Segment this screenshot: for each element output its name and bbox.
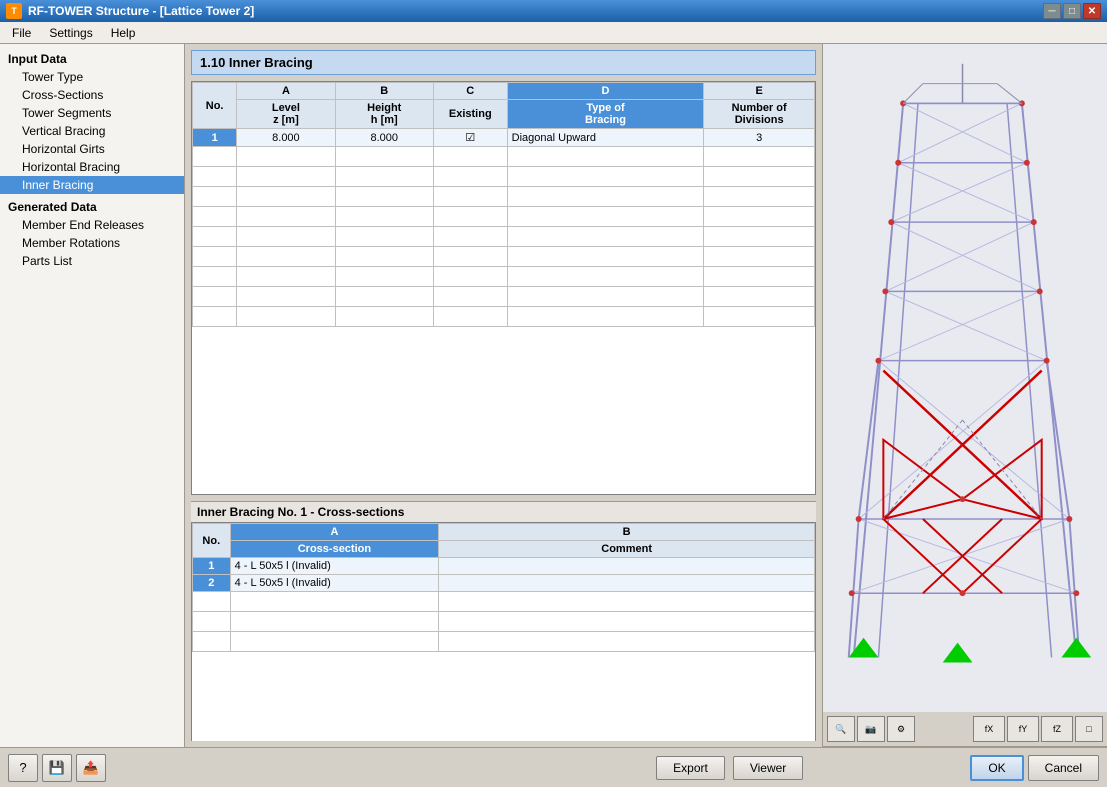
bottom-center-group: Export Viewer xyxy=(489,756,970,780)
empty-row xyxy=(193,287,815,307)
cell-a: 8.000 xyxy=(237,129,335,147)
sidebar-item-member-rotations[interactable]: Member Rotations xyxy=(0,234,184,252)
col-header-e: E xyxy=(704,83,815,100)
menu-help[interactable]: Help xyxy=(103,24,144,42)
cross-cell-a-1: 4 - L 50x5 l (Invalid) xyxy=(230,558,439,575)
col-header-d: D xyxy=(507,83,704,100)
cell-c: ☑ xyxy=(433,129,507,147)
col-subheader-c: Existing xyxy=(433,100,507,129)
bottom-left-group: ? 💾 📤 xyxy=(8,754,489,782)
cross-cell-b-2 xyxy=(439,575,815,592)
view-panel: 🔍 📷 ⚙ fX fY fZ □ xyxy=(822,44,1107,747)
cross-col-b-header: B xyxy=(439,524,815,541)
window-title: RF-TOWER Structure - [Lattice Tower 2] xyxy=(28,4,254,18)
sidebar-item-horizontal-bracing[interactable]: Horizontal Bracing xyxy=(0,158,184,176)
sidebar-item-inner-bracing[interactable]: Inner Bracing xyxy=(0,176,184,194)
save-icon-button[interactable]: 💾 xyxy=(42,754,72,782)
bottom-bar: ? 💾 📤 Export Viewer OK Cancel xyxy=(0,747,1107,787)
cell-b: 8.000 xyxy=(335,129,433,147)
export-icon-button[interactable]: 📤 xyxy=(76,754,106,782)
section-title: 1.10 Inner Bracing xyxy=(191,50,816,75)
cross-col-a-header: A xyxy=(230,524,439,541)
col-subheader-b: Heighth [m] xyxy=(335,100,433,129)
cross-table-row[interactable]: 2 4 - L 50x5 l (Invalid) xyxy=(193,575,815,592)
main-table-container: No. A B C D E Levelz [m] Heighth [m] Exi… xyxy=(191,81,816,495)
col-subheader-a: Levelz [m] xyxy=(237,100,335,129)
bottom-right-group: OK Cancel xyxy=(970,755,1099,781)
sidebar-item-horizontal-girts[interactable]: Horizontal Girts xyxy=(0,140,184,158)
title-bar: T RF-TOWER Structure - [Lattice Tower 2]… xyxy=(0,0,1107,22)
cell-no: 1 xyxy=(193,129,237,147)
view-y-axis-button[interactable]: fY xyxy=(1007,716,1039,742)
view-settings-button[interactable]: ⚙ xyxy=(887,716,915,742)
ok-button[interactable]: OK xyxy=(970,755,1023,781)
empty-row xyxy=(193,187,815,207)
empty-row xyxy=(193,632,815,652)
cross-cell-no-1: 1 xyxy=(193,558,231,575)
empty-row xyxy=(193,207,815,227)
cross-col-b-subheader: Comment xyxy=(439,541,815,558)
menu-file[interactable]: File xyxy=(4,24,39,42)
view-toolbar: 🔍 📷 ⚙ fX fY fZ □ xyxy=(823,712,1107,747)
cross-table-row[interactable]: 1 4 - L 50x5 l (Invalid) xyxy=(193,558,815,575)
col-subheader-d: Type ofBracing xyxy=(507,100,704,129)
cell-d: Diagonal Upward xyxy=(507,129,704,147)
sidebar-generated-label: Generated Data xyxy=(0,198,184,216)
col-header-c: C xyxy=(433,83,507,100)
menu-bar: File Settings Help xyxy=(0,22,1107,44)
sidebar-item-tower-type[interactable]: Tower Type xyxy=(0,68,184,86)
sidebar-item-vertical-bracing[interactable]: Vertical Bracing xyxy=(0,122,184,140)
empty-row xyxy=(193,227,815,247)
export-button[interactable]: Export xyxy=(656,756,725,780)
empty-row xyxy=(193,267,815,287)
viewer-button[interactable]: Viewer xyxy=(733,756,803,780)
lower-title: Inner Bracing No. 1 - Cross-sections xyxy=(191,501,816,522)
col-subheader-e: Number ofDivisions xyxy=(704,100,815,129)
maximize-button[interactable]: □ xyxy=(1063,3,1081,19)
view-z-axis-button[interactable]: fZ xyxy=(1041,716,1073,742)
menu-settings[interactable]: Settings xyxy=(41,24,100,42)
col-header-a: A xyxy=(237,83,335,100)
col-header-b: B xyxy=(335,83,433,100)
cross-col-no: No. xyxy=(193,524,231,558)
cell-e: 3 xyxy=(704,129,815,147)
cross-cell-no-2: 2 xyxy=(193,575,231,592)
sidebar-item-parts-list[interactable]: Parts List xyxy=(0,252,184,270)
sidebar-input-label: Input Data xyxy=(0,50,184,68)
empty-row xyxy=(193,592,815,612)
empty-row xyxy=(193,147,815,167)
view-zoom-button[interactable]: 🔍 xyxy=(827,716,855,742)
content-area: 1.10 Inner Bracing No. A B C D E xyxy=(185,44,822,747)
sidebar-item-cross-sections[interactable]: Cross-Sections xyxy=(0,86,184,104)
empty-row xyxy=(193,307,815,327)
view-camera-button[interactable]: 📷 xyxy=(857,716,885,742)
help-icon-button[interactable]: ? xyxy=(8,754,38,782)
sidebar: Input Data Tower Type Cross-Sections Tow… xyxy=(0,44,185,747)
empty-row xyxy=(193,612,815,632)
empty-row xyxy=(193,247,815,267)
sidebar-item-tower-segments[interactable]: Tower Segments xyxy=(0,104,184,122)
cross-cell-a-2: 4 - L 50x5 l (Invalid) xyxy=(230,575,439,592)
view-x-axis-button[interactable]: fX xyxy=(973,716,1005,742)
table-row[interactable]: 1 8.000 8.000 ☑ Diagonal Upward 3 xyxy=(193,129,815,147)
view-box-button[interactable]: □ xyxy=(1075,716,1103,742)
tower-svg xyxy=(823,44,1107,707)
cancel-button[interactable]: Cancel xyxy=(1028,755,1099,781)
cross-col-a-subheader: Cross-section xyxy=(230,541,439,558)
minimize-button[interactable]: ─ xyxy=(1043,3,1061,19)
lower-section: Inner Bracing No. 1 - Cross-sections No.… xyxy=(191,501,816,741)
sidebar-item-member-end-releases[interactable]: Member End Releases xyxy=(0,216,184,234)
cross-section-table: No. A B Cross-section Comment 1 4 - L 50… xyxy=(192,523,815,652)
main-table: No. A B C D E Levelz [m] Heighth [m] Exi… xyxy=(192,82,815,327)
cross-cell-b-1 xyxy=(439,558,815,575)
empty-row xyxy=(193,167,815,187)
cross-section-table-container: No. A B Cross-section Comment 1 4 - L 50… xyxy=(191,522,816,741)
col-header-no: No. xyxy=(193,83,237,129)
app-icon: T xyxy=(6,3,22,19)
close-button[interactable]: ✕ xyxy=(1083,3,1101,19)
